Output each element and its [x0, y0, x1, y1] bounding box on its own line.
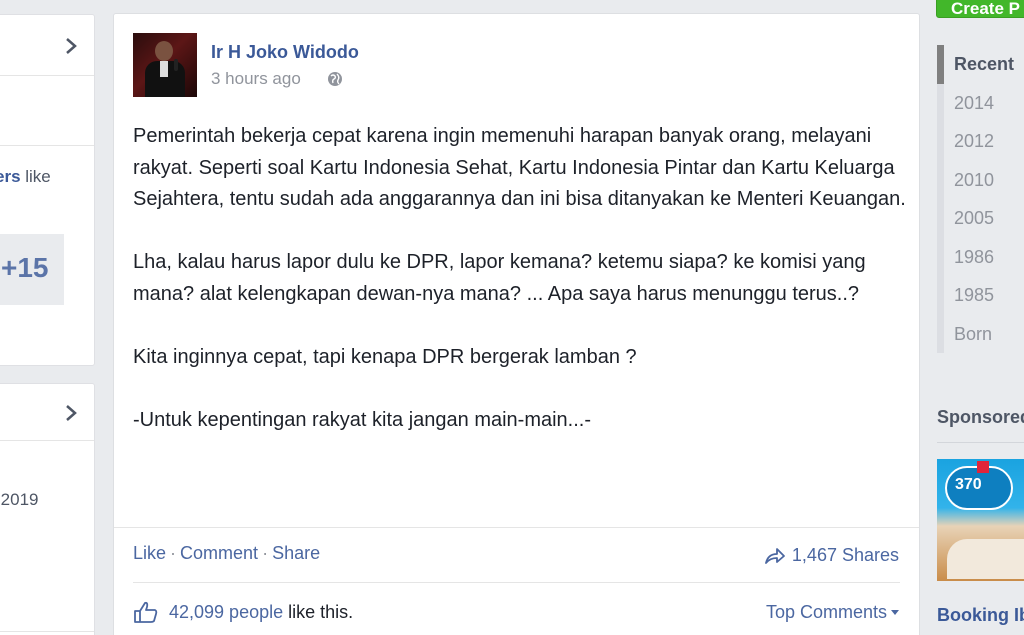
post-actions: Like · Comment · Share [133, 543, 320, 564]
post-paragraph: -Untuk kepentingan rakyat kita jangan ma… [133, 408, 592, 431]
more-friends-count: +15 [1, 252, 49, 283]
more-friends-tile[interactable]: +15 [0, 234, 64, 305]
likes-suffix: like this. [288, 601, 354, 622]
share-arrow-icon [765, 547, 785, 564]
chevron-right-icon[interactable] [64, 37, 78, 55]
share-link[interactable]: Share [272, 543, 320, 563]
caret-down-icon [891, 610, 899, 615]
divider [133, 582, 900, 583]
separator-dot: · [170, 543, 177, 563]
ad-image[interactable]: 370 [937, 459, 1024, 581]
globe-icon[interactable] [327, 71, 343, 87]
timeline-item-2012[interactable]: 2012 [937, 122, 1024, 161]
divider [0, 631, 94, 632]
likes-count-link[interactable]: 42,099 people [169, 602, 283, 622]
likes-summary: 42,099 people like this. [133, 600, 353, 624]
timeline-item-recent[interactable]: Recent [937, 45, 1024, 84]
post-paragraph: Pemerintah bekerja cepat karena ingin me… [133, 125, 906, 210]
post-paragraph: Kita inginnya cepat, tapi kenapa DPR ber… [133, 345, 637, 368]
chevron-right-icon[interactable] [64, 404, 78, 422]
timeline-item-2010[interactable]: 2010 [937, 160, 1024, 199]
author-avatar[interactable] [133, 33, 197, 97]
shares-count: 1,467 Shares [791, 545, 899, 565]
post-body: Pemerintah bekerja cepat karena ingin me… [133, 121, 913, 468]
year-range-text: -2019 [0, 490, 39, 509]
ad-title-link[interactable]: Booking Ib [937, 605, 1024, 626]
author-name-link[interactable]: Ir H Joko Widodo [211, 42, 359, 63]
divider [937, 442, 1024, 443]
ad-brand-logo [977, 461, 989, 473]
timeline-item-1986[interactable]: 1986 [937, 237, 1024, 276]
timeline-item-born[interactable]: Born [937, 314, 1024, 353]
shares-count-link[interactable]: 1,467 Shares [764, 545, 899, 566]
left-card-about: -2019 [0, 383, 95, 635]
friends-like-text: ers like [0, 167, 51, 187]
post-timestamp[interactable]: 3 hours ago [211, 69, 301, 89]
top-comments-dropdown[interactable]: Top Comments [766, 602, 899, 623]
top-comments-label: Top Comments [765, 602, 887, 622]
divider [0, 440, 94, 441]
timeline-year-nav: Recent 2014 2012 2010 2005 1986 1985 Bor… [937, 45, 1024, 353]
divider [114, 527, 919, 528]
like-link[interactable]: Like [133, 543, 166, 563]
create-page-button[interactable]: Create P [936, 0, 1024, 18]
comment-link[interactable]: Comment [180, 543, 258, 563]
sponsored-heading: Sponsored [937, 407, 1024, 427]
post-paragraph: Lha, kalau harus lapor dulu ke DPR, lapo… [133, 251, 866, 305]
timeline-item-2005[interactable]: 2005 [937, 199, 1024, 238]
ad-price: 370 [955, 476, 982, 493]
divider [0, 145, 94, 146]
friends-link[interactable]: ers [0, 167, 21, 186]
timeline-item-1985[interactable]: 1985 [937, 276, 1024, 315]
friends-like-suffix: like [20, 167, 51, 186]
post-card: Ir H Joko Widodo 3 hours ago Pemerintah … [113, 13, 920, 635]
create-page-label: Create P [951, 0, 1020, 18]
left-card-friends: ers like +15 [0, 14, 95, 366]
timeline-item-2014[interactable]: 2014 [937, 83, 1024, 122]
divider [0, 75, 94, 76]
thumbs-up-icon [134, 601, 158, 623]
separator-dot: · [262, 543, 269, 563]
ad-bed-graphic [947, 539, 1024, 579]
